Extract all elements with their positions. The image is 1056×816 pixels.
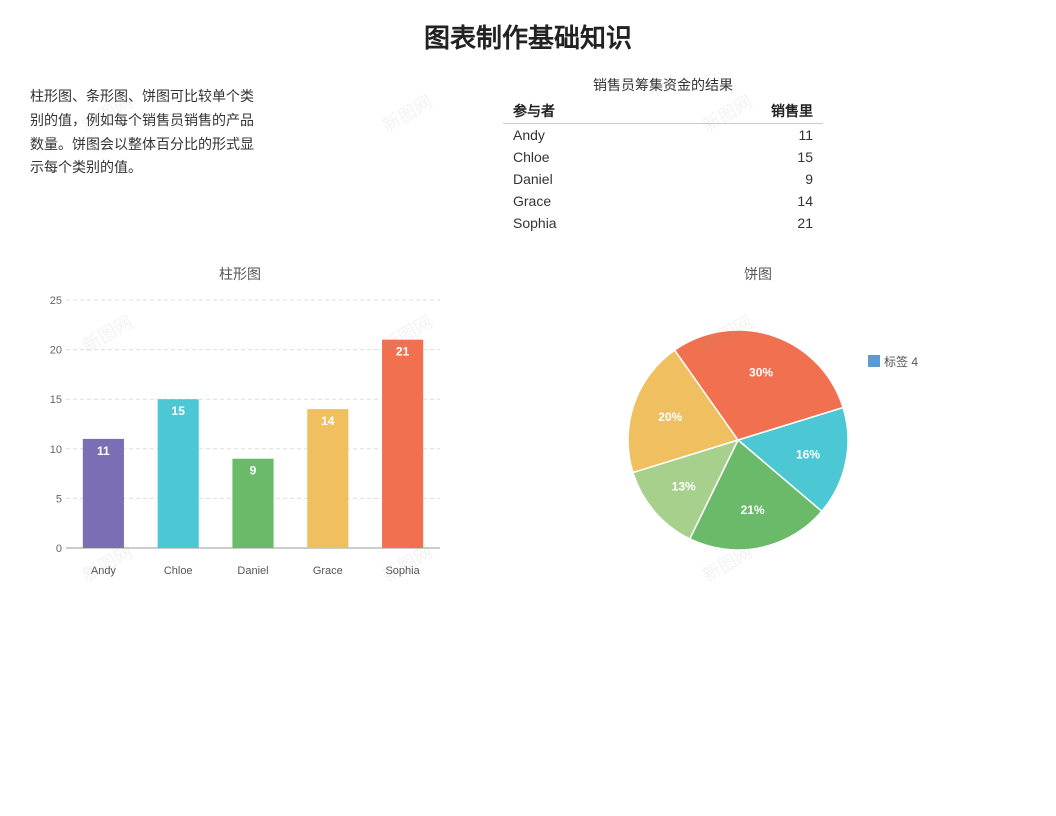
- data-table: 参与者 销售里 Andy 11Chloe 15Daniel 9Grace 14S…: [503, 99, 823, 234]
- table-row: Daniel 9: [503, 168, 823, 190]
- pie-chart-container: 饼图 16% 21% 13% 20% 30% 标签 4: [480, 264, 1036, 590]
- participant-name: Daniel: [503, 168, 665, 190]
- svg-text:20: 20: [50, 345, 62, 357]
- svg-text:15: 15: [50, 394, 62, 406]
- bar-chart-title: 柱形图: [20, 264, 460, 284]
- svg-text:16%: 16%: [796, 447, 820, 461]
- svg-text:21: 21: [396, 345, 410, 359]
- svg-text:Grace: Grace: [313, 565, 343, 577]
- sales-value: 11: [665, 124, 823, 147]
- pie-chart-area: 16% 21% 13% 20% 30% 标签 4: [480, 290, 1036, 590]
- table-row: Chloe 15: [503, 146, 823, 168]
- svg-text:Chloe: Chloe: [164, 565, 193, 577]
- charts-section: 柱形图 0 5 10 15 20 25 11 Andy 15 Chloe 9 Daniel 14 Grac…: [0, 254, 1056, 600]
- table-block: 销售员筹集资金的结果 参与者 销售里 Andy 11Chloe 15Daniel…: [300, 75, 1026, 234]
- svg-text:13%: 13%: [672, 480, 696, 494]
- svg-text:5: 5: [56, 493, 62, 505]
- bar-chart-area: 0 5 10 15 20 25 11 Andy 15 Chloe 9 Daniel 14 Grace 21 S…: [30, 290, 450, 580]
- svg-text:15: 15: [172, 404, 186, 418]
- bar-chart-container: 柱形图 0 5 10 15 20 25 11 Andy 15 Chloe 9 Daniel 14 Grac…: [20, 264, 460, 590]
- svg-text:20%: 20%: [658, 410, 682, 424]
- svg-text:Daniel: Daniel: [237, 565, 268, 577]
- svg-text:21%: 21%: [741, 503, 765, 517]
- page-title: 图表制作基础知识: [0, 0, 1056, 65]
- bar-chart-svg: 0 5 10 15 20 25 11 Andy 15 Chloe 9 Daniel 14 Grace 21 S…: [30, 290, 450, 580]
- participant-name: Grace: [503, 190, 665, 212]
- svg-text:9: 9: [250, 464, 257, 478]
- participant-name: Chloe: [503, 146, 665, 168]
- pie-chart-title: 饼图: [480, 264, 1036, 284]
- table-row: Sophia 21: [503, 212, 823, 234]
- svg-text:Andy: Andy: [91, 565, 117, 577]
- description-block: 柱形图、条形图、饼图可比较单个类别的值，例如每个销售员销售的产品数量。饼图会以整…: [30, 75, 260, 234]
- svg-text:11: 11: [97, 444, 110, 458]
- top-section: 柱形图、条形图、饼图可比较单个类别的值，例如每个销售员销售的产品数量。饼图会以整…: [0, 65, 1056, 244]
- svg-text:14: 14: [321, 414, 335, 428]
- table-title: 销售员筹集资金的结果: [300, 75, 1026, 95]
- svg-text:Sophia: Sophia: [385, 565, 420, 577]
- svg-text:30%: 30%: [749, 365, 773, 379]
- participant-name: Sophia: [503, 212, 665, 234]
- pie-chart-svg: 16% 21% 13% 20% 30% 标签 4: [598, 305, 918, 575]
- svg-text:25: 25: [50, 295, 62, 307]
- sales-value: 15: [665, 146, 823, 168]
- sales-value: 9: [665, 168, 823, 190]
- table-row: Grace 14: [503, 190, 823, 212]
- table-row: Andy 11: [503, 124, 823, 147]
- col-sales-header: 销售里: [665, 99, 823, 124]
- sales-value: 21: [665, 212, 823, 234]
- description-text: 柱形图、条形图、饼图可比较单个类别的值，例如每个销售员销售的产品数量。饼图会以整…: [30, 88, 254, 175]
- svg-text:0: 0: [56, 543, 62, 555]
- svg-text:标签 4: 标签 4: [884, 354, 918, 369]
- sales-value: 14: [665, 190, 823, 212]
- participant-name: Andy: [503, 124, 665, 147]
- col-participant-header: 参与者: [503, 99, 665, 124]
- svg-text:10: 10: [50, 444, 62, 456]
